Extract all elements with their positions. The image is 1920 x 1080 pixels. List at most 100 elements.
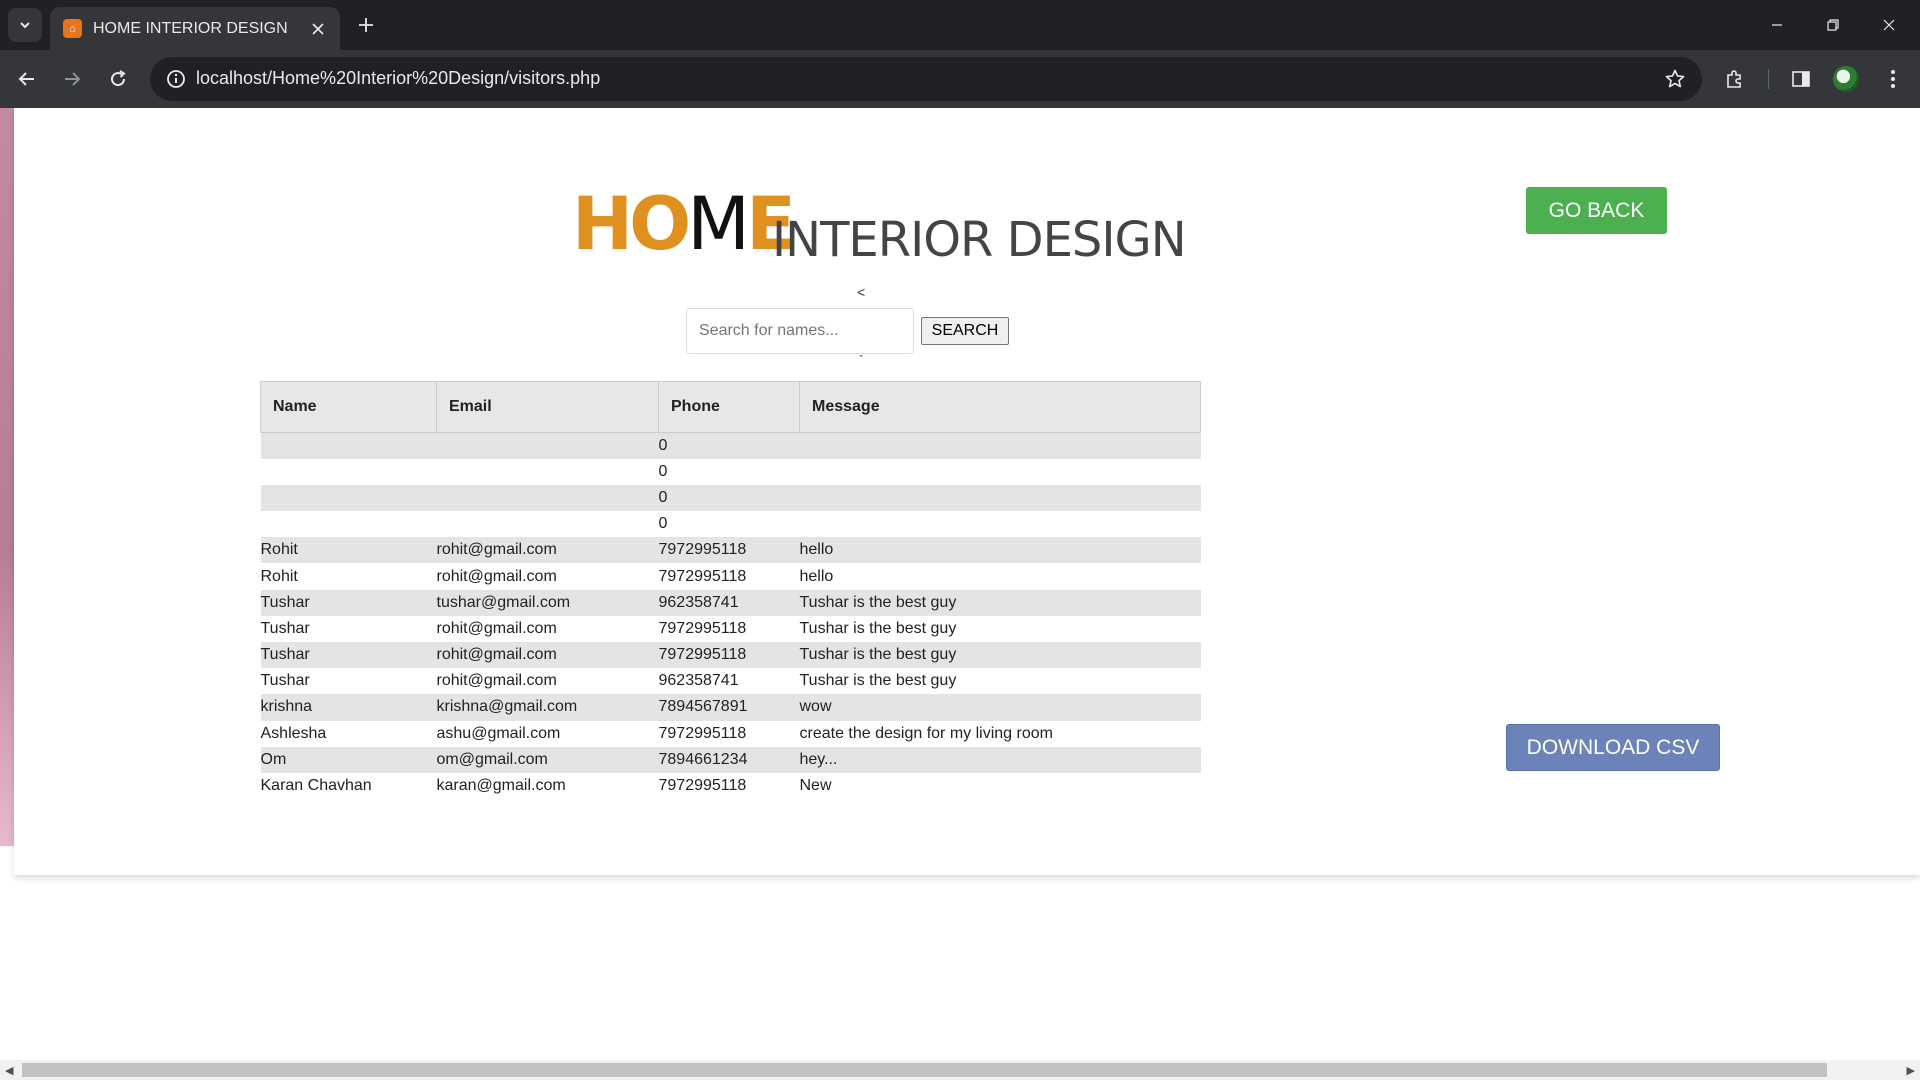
download-csv-button[interactable]: DOWNLOAD CSV xyxy=(1506,724,1720,771)
cell-email: rohit@gmail.com xyxy=(436,668,659,695)
back-button[interactable] xyxy=(10,62,44,96)
cell-email: krishna@gmail.com xyxy=(436,694,659,721)
minimize-button[interactable] xyxy=(1754,8,1800,42)
table-row: Om om@gmail.com 7894661234 hey... xyxy=(260,746,1201,773)
cell-email: karan@gmail.com xyxy=(436,772,659,800)
cell-email: rohit@gmail.com xyxy=(436,615,659,642)
horizontal-scrollbar[interactable]: ◀ ▶ xyxy=(0,1060,1920,1080)
table-row: Tushar rohit@gmail.com 7972995118 Tushar is… xyxy=(260,642,1201,669)
close-window-icon xyxy=(1883,19,1895,31)
cell-message xyxy=(799,511,1201,538)
visitors-table: Name Email Phone Message 0 0 0 0 Rohit rohit@… xyxy=(260,381,1201,800)
new-tab-button[interactable] xyxy=(352,11,380,39)
cell-name: Rohit xyxy=(260,537,437,564)
cell-phone: 7972995118 xyxy=(658,537,800,564)
cell-message: New xyxy=(799,772,1201,800)
cell-name xyxy=(260,458,437,485)
browser-titlebar: ⌂ HOME INTERIOR DESIGN xyxy=(0,0,1920,50)
scroll-right-icon[interactable]: ▶ xyxy=(1907,1064,1915,1077)
cell-phone: 7972995118 xyxy=(658,642,800,669)
page-viewport: HOME INTERIOR DESIGN < SEARCH ` GO BACK … xyxy=(0,108,1920,1060)
table-header-row: Name Email Phone Message xyxy=(260,381,1201,433)
url-text[interactable]: localhost/Home%20Interior%20Design/visit… xyxy=(196,68,600,89)
table-row: Rohit rohit@gmail.com 7972995118 hello xyxy=(260,563,1201,590)
cell-message: hello xyxy=(799,563,1201,590)
menu-icon[interactable] xyxy=(1876,62,1910,96)
reload-button[interactable] xyxy=(101,62,135,96)
logo-ho: HO xyxy=(572,182,691,267)
search-input[interactable] xyxy=(686,308,914,354)
forward-arrow-icon xyxy=(65,72,81,86)
cell-name: krishna xyxy=(260,694,437,721)
cell-message xyxy=(799,484,1201,512)
logo-subtitle: INTERIOR DESIGN xyxy=(772,212,1187,268)
cell-name xyxy=(260,511,437,538)
chevron-down-icon xyxy=(20,22,30,29)
toolbar-separator xyxy=(1768,69,1769,89)
cell-email xyxy=(436,511,659,538)
favicon-icon: ⌂ xyxy=(63,19,82,38)
forward-button[interactable] xyxy=(55,62,89,96)
cell-phone: 0 xyxy=(658,458,800,485)
cell-name: Tushar xyxy=(260,589,437,616)
address-bar[interactable]: localhost/Home%20Interior%20Design/visit… xyxy=(150,57,1702,101)
cell-phone: 0 xyxy=(658,484,800,512)
cell-name xyxy=(260,432,437,459)
cell-phone: 962358741 xyxy=(658,668,800,695)
cell-email: tushar@gmail.com xyxy=(436,589,659,616)
scrollbar-thumb[interactable] xyxy=(22,1063,1827,1077)
table-row: 0 xyxy=(260,432,1201,459)
cell-phone: 7894661234 xyxy=(658,746,800,773)
cell-email: ashu@gmail.com xyxy=(436,720,659,747)
cell-message: Tushar is the best guy xyxy=(799,615,1201,642)
restore-button[interactable] xyxy=(1810,8,1856,42)
column-header-name: Name xyxy=(260,381,437,433)
side-panel-icon[interactable] xyxy=(1784,62,1818,96)
cell-email: rohit@gmail.com xyxy=(436,642,659,669)
table-row: Karan Chavhan karan@gmail.com 7972995118 Ne… xyxy=(260,772,1201,800)
table-row: krishna krishna@gmail.com 7894567891 wow xyxy=(260,694,1201,721)
cell-message: create the design for my living room xyxy=(799,720,1201,747)
cell-message: hey... xyxy=(799,746,1201,773)
close-icon[interactable] xyxy=(306,17,330,41)
cell-message: Tushar is the best guy xyxy=(799,668,1201,695)
go-back-button[interactable]: GO BACK xyxy=(1526,187,1667,234)
plus-icon xyxy=(359,18,373,32)
cell-phone: 7972995118 xyxy=(658,720,800,747)
site-info-icon[interactable] xyxy=(164,67,188,91)
tab-search-button[interactable] xyxy=(8,8,42,42)
background-image-strip xyxy=(0,108,14,846)
cell-phone: 0 xyxy=(658,432,800,459)
cell-phone: 7972995118 xyxy=(658,563,800,590)
stray-text: ` xyxy=(859,352,864,368)
reload-icon xyxy=(111,70,126,87)
cell-phone: 962358741 xyxy=(658,589,800,616)
cell-message: Tushar is the best guy xyxy=(799,642,1201,669)
column-header-phone: Phone xyxy=(658,381,800,433)
table-row: Rohit rohit@gmail.com 7972995118 hello xyxy=(260,537,1201,564)
cell-email xyxy=(436,484,659,512)
search-button[interactable]: SEARCH xyxy=(921,317,1009,345)
cell-email: rohit@gmail.com xyxy=(436,563,659,590)
cell-message: Tushar is the best guy xyxy=(799,589,1201,616)
table-row: 0 xyxy=(260,458,1201,485)
browser-tab[interactable]: ⌂ HOME INTERIOR DESIGN xyxy=(50,7,340,50)
cell-name: Tushar xyxy=(260,642,437,669)
table-row: Tushar rohit@gmail.com 962358741 Tushar is … xyxy=(260,668,1201,695)
star-icon[interactable] xyxy=(1662,66,1688,92)
cell-name xyxy=(260,484,437,512)
cell-phone: 7972995118 xyxy=(658,772,800,800)
stray-text: < xyxy=(857,284,866,300)
cell-message: hello xyxy=(799,537,1201,564)
cell-name: Karan Chavhan xyxy=(260,772,437,800)
close-window-button[interactable] xyxy=(1866,8,1912,42)
cell-phone: 0 xyxy=(658,511,800,538)
profile-avatar[interactable] xyxy=(1833,66,1859,92)
extensions-icon[interactable] xyxy=(1718,62,1752,96)
cell-name: Tushar xyxy=(260,615,437,642)
scroll-left-icon[interactable]: ◀ xyxy=(5,1064,13,1077)
cell-name: Ashlesha xyxy=(260,720,437,747)
column-header-email: Email xyxy=(436,381,659,433)
column-header-message: Message xyxy=(799,381,1201,433)
cell-phone: 7972995118 xyxy=(658,615,800,642)
